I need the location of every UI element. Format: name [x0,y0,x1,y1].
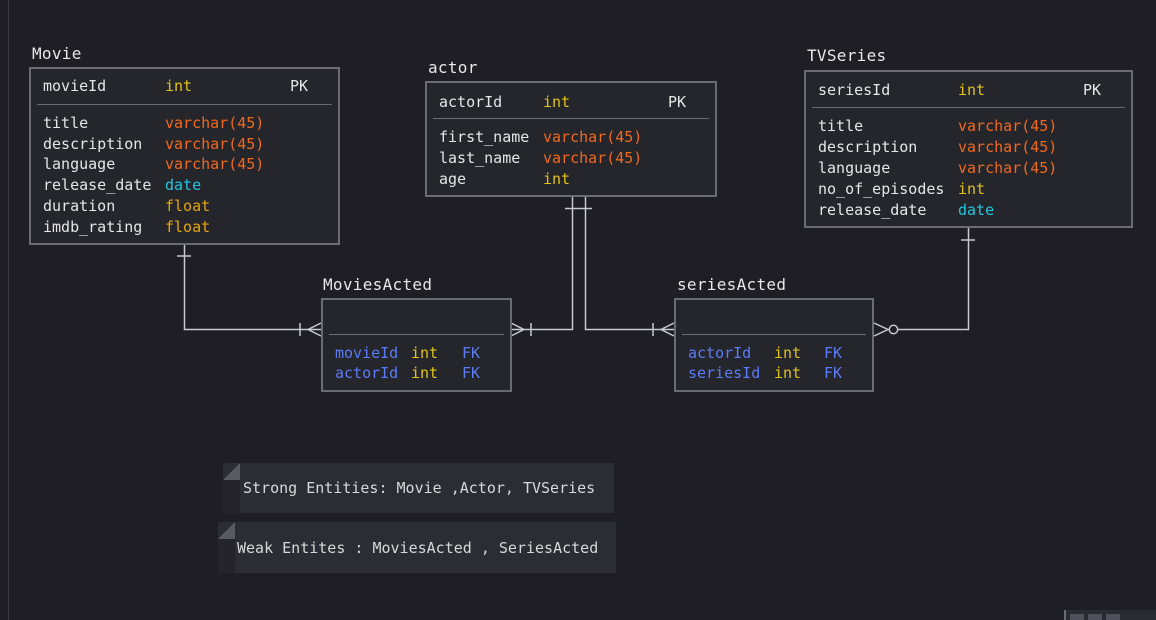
column-type: int [958,180,986,198]
rel-tvseries-seriesacted[interactable] [898,227,970,331]
column-type: int [411,364,439,382]
note-text: Strong Entities: Movie ,Actor, TVSeries [243,479,596,497]
column-type: int [165,77,193,95]
column-name: language [818,159,891,177]
minimap-thumb [1106,614,1120,620]
column-type: int [958,81,986,99]
table-divider [37,104,332,105]
table-title-moviesacted: MoviesActed [323,275,433,294]
table-title-movie: Movie [32,44,82,63]
column-name: age [439,170,467,188]
column-name: actorId [439,93,503,111]
rel-actor-moviesacted[interactable] [511,196,574,331]
column-name: seriesId [688,364,761,382]
column-type: varchar(45) [958,138,1058,156]
minimap-panel[interactable] [1064,610,1156,620]
note-text: Weak Entites : MoviesActed , SeriesActed [237,539,599,557]
table-title-tvseries: TVSeries [807,46,887,65]
column-name: no_of_episodes [818,180,945,198]
key-badge: PK [668,93,687,111]
column-name: release_date [818,201,927,219]
minimap-thumb [1070,614,1084,620]
column-name: movieId [335,344,399,362]
column-name: title [43,114,89,132]
table-tvseries[interactable]: seriesId int PK title varchar(45) descri… [804,70,1133,228]
column-type: float [165,197,211,215]
column-type: int [543,93,571,111]
column-type: int [543,170,571,188]
rel-actor-seriesacted[interactable] [584,196,675,331]
column-name: movieId [43,77,107,95]
key-badge: FK [824,364,843,382]
table-divider [329,334,504,335]
column-type: varchar(45) [958,159,1058,177]
table-title-actor: actor [428,58,478,77]
column-name: description [818,138,918,156]
column-type: int [774,344,802,362]
table-title-seriesacted: seriesActed [677,275,787,294]
table-divider [682,334,866,335]
column-type: varchar(45) [543,128,643,146]
crowfoot-many-marker [873,322,890,337]
column-type: date [165,176,202,194]
note-weak-entities[interactable]: Weak Entites : MoviesActed , SeriesActed [218,522,616,573]
table-actor[interactable]: actorId int PK first_name varchar(45) la… [425,81,717,197]
column-name: seriesId [818,81,891,99]
column-name: language [43,155,116,173]
note-strong-entities[interactable]: Strong Entities: Movie ,Actor, TVSeries [223,463,614,513]
table-movie[interactable]: movieId int PK title varchar(45) descrip… [29,67,340,245]
column-name: actorId [688,344,752,362]
key-badge: FK [462,344,481,362]
column-name: title [818,117,864,135]
rel-movie-moviesacted[interactable] [183,244,322,331]
column-name: actorId [335,364,399,382]
column-type: int [774,364,802,382]
table-divider [433,118,709,119]
column-type: varchar(45) [165,155,265,173]
column-name: description [43,135,143,153]
zero-marker [888,324,899,335]
column-type: date [958,201,995,219]
key-badge: PK [290,77,309,95]
table-moviesacted[interactable]: movieId int FK actorId int FK [321,298,512,392]
column-name: first_name [439,128,530,146]
column-type: int [411,344,439,362]
column-type: float [165,218,211,236]
column-type: varchar(45) [165,114,265,132]
column-name: release_date [43,176,152,194]
column-name: imdb_rating [43,218,143,236]
minimap-thumb [1088,614,1102,620]
column-type: varchar(45) [543,149,643,167]
table-seriesacted[interactable]: actorId int FK seriesId int FK [674,298,874,392]
key-badge: FK [462,364,481,382]
note-fold-icon [223,463,240,513]
column-name: duration [43,197,116,215]
column-name: last_name [439,149,521,167]
column-type: varchar(45) [958,117,1058,135]
column-type: varchar(45) [165,135,265,153]
table-divider [812,107,1125,108]
note-fold-icon [218,522,235,573]
key-badge: FK [824,344,843,362]
key-badge: PK [1083,81,1102,99]
